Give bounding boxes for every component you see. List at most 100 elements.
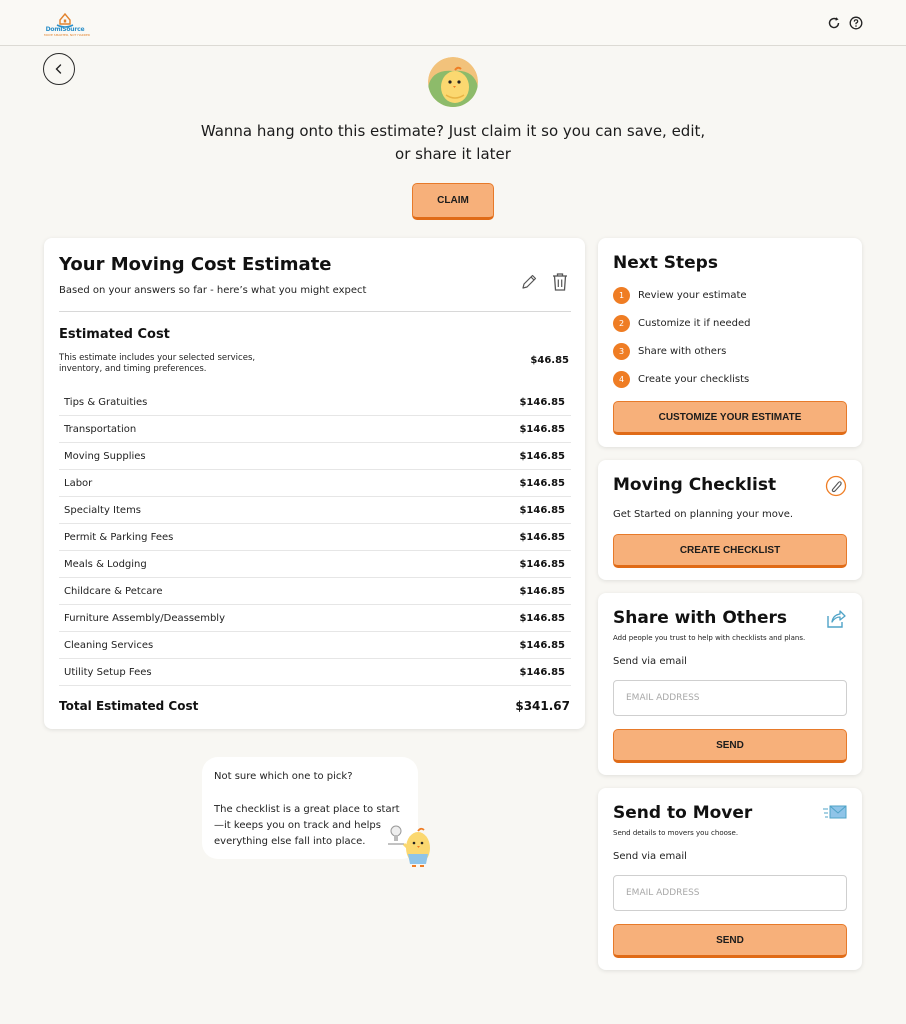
cost-breakdown-list: Tips & Gratuities $146.85 Transportation $… bbox=[59, 389, 571, 686]
help-button[interactable] bbox=[848, 15, 864, 31]
cost-row-value: $146.85 bbox=[519, 477, 565, 489]
moving-checklist-card: Moving Checklist Get Started on planning… bbox=[598, 460, 862, 580]
next-steps-card: Next Steps 1 Review your estimate 2 Cust… bbox=[598, 238, 862, 447]
cost-row-value: $146.85 bbox=[519, 423, 565, 435]
cost-row: Tips & Gratuities $146.85 bbox=[59, 389, 571, 416]
mover-email-input[interactable] bbox=[613, 875, 847, 911]
step-item: 3 Share with others bbox=[613, 343, 726, 360]
edit-button[interactable] bbox=[520, 273, 538, 291]
cost-row-value: $146.85 bbox=[519, 504, 565, 516]
step-item: 4 Create your checklists bbox=[613, 371, 749, 388]
estimated-cost-description: This estimate includes your selected ser… bbox=[59, 353, 256, 374]
step-number: 1 bbox=[613, 287, 630, 304]
trash-icon bbox=[553, 273, 567, 291]
checklist-title: Moving Checklist bbox=[613, 475, 777, 495]
share-send-button[interactable]: SEND bbox=[613, 729, 847, 763]
mover-title: Send to Mover bbox=[613, 803, 753, 823]
domisource-logo[interactable]: DomiSource MOVE SMARTER, NOT HARDER bbox=[44, 8, 91, 38]
customize-estimate-button[interactable]: CUSTOMIZE YOUR ESTIMATE bbox=[613, 401, 847, 435]
chevron-left-icon bbox=[55, 64, 62, 74]
step-item: 1 Review your estimate bbox=[613, 287, 747, 304]
divider bbox=[59, 311, 571, 312]
mascot-avatar bbox=[428, 57, 478, 107]
claim-message: Wanna hang onto this estimate? Just clai… bbox=[200, 122, 706, 163]
mover-subtitle: Send details to movers you choose. bbox=[613, 829, 739, 837]
cost-row-label: Tips & Gratuities bbox=[64, 396, 148, 408]
cost-row-label: Childcare & Petcare bbox=[64, 585, 163, 597]
share-via-label: Send via email bbox=[613, 656, 687, 667]
cost-row: Meals & Lodging $146.85 bbox=[59, 551, 571, 578]
create-checklist-button[interactable]: CREATE CHECKLIST bbox=[613, 534, 847, 568]
cost-row: Furniture Assembly/Deassembly $146.85 bbox=[59, 605, 571, 632]
cost-row-label: Moving Supplies bbox=[64, 450, 146, 462]
checklist-text: Get Started on planning your move. bbox=[613, 509, 794, 520]
step-label: Create your checklists bbox=[638, 374, 750, 385]
estimated-cost-label: Estimated Cost bbox=[59, 327, 170, 342]
step-item: 2 Customize it if needed bbox=[613, 315, 751, 332]
chick-mascot-icon bbox=[428, 57, 478, 107]
step-number: 3 bbox=[613, 343, 630, 360]
help-icon bbox=[849, 16, 863, 30]
cost-row-value: $146.85 bbox=[519, 585, 565, 597]
share-subtitle: Add people you trust to help with checkl… bbox=[613, 634, 806, 642]
cost-row: Specialty Items $146.85 bbox=[59, 497, 571, 524]
next-steps-title: Next Steps bbox=[613, 253, 718, 273]
mover-via-label: Send via email bbox=[613, 851, 687, 862]
top-bar: DomiSource MOVE SMARTER, NOT HARDER bbox=[0, 0, 906, 46]
cost-row-label: Labor bbox=[64, 477, 93, 489]
cost-row-value: $146.85 bbox=[519, 666, 565, 678]
estimated-cost-value: $46.85 bbox=[530, 355, 569, 366]
paperclip-icon bbox=[825, 475, 847, 497]
back-button[interactable] bbox=[43, 53, 75, 85]
estimate-subtitle: Based on your answers so far - here’s wh… bbox=[59, 285, 367, 296]
total-label: Total Estimated Cost bbox=[59, 699, 199, 713]
cost-row-value: $146.85 bbox=[519, 396, 565, 408]
cost-row-value: $146.85 bbox=[519, 639, 565, 651]
pencil-icon bbox=[522, 274, 537, 289]
claim-button[interactable]: CLAIM bbox=[412, 183, 494, 220]
cost-row: Childcare & Petcare $146.85 bbox=[59, 578, 571, 605]
cost-row-label: Furniture Assembly/Deassembly bbox=[64, 612, 225, 624]
brand-name: DomiSource bbox=[45, 26, 85, 33]
share-card: Share with Others Add people you trust t… bbox=[598, 593, 862, 775]
total-value: $341.67 bbox=[515, 699, 570, 713]
cost-row: Utility Setup Fees $146.85 bbox=[59, 659, 571, 686]
cost-row: Permit & Parking Fees $146.85 bbox=[59, 524, 571, 551]
step-label: Customize it if needed bbox=[638, 318, 751, 329]
cost-row-value: $146.85 bbox=[519, 531, 565, 543]
cost-row: Labor $146.85 bbox=[59, 470, 571, 497]
cost-row-label: Cleaning Services bbox=[64, 639, 154, 651]
brand-tagline: MOVE SMARTER, NOT HARDER bbox=[44, 33, 91, 37]
cost-row-label: Meals & Lodging bbox=[64, 558, 147, 570]
step-number: 4 bbox=[613, 371, 630, 388]
delete-button[interactable] bbox=[551, 272, 569, 292]
estimate-card: Your Moving Cost Estimate Based on your … bbox=[44, 238, 585, 729]
envelope-icon bbox=[823, 804, 847, 826]
cost-row: Moving Supplies $146.85 bbox=[59, 443, 571, 470]
house-logo-icon bbox=[56, 12, 74, 28]
cost-row: Cleaning Services $146.85 bbox=[59, 632, 571, 659]
cost-row-label: Utility Setup Fees bbox=[64, 666, 152, 678]
share-icon bbox=[825, 608, 847, 630]
step-label: Review your estimate bbox=[638, 290, 747, 301]
share-email-input[interactable] bbox=[613, 680, 847, 716]
chick-waiter-icon bbox=[388, 825, 430, 867]
cost-row-label: Permit & Parking Fees bbox=[64, 531, 174, 543]
cost-row-value: $146.85 bbox=[519, 558, 565, 570]
step-label: Share with others bbox=[638, 346, 727, 357]
estimate-title: Your Moving Cost Estimate bbox=[59, 254, 332, 275]
cost-row-value: $146.85 bbox=[519, 612, 565, 624]
send-to-mover-card: Send to Mover Send details to movers you… bbox=[598, 788, 862, 970]
cost-row-label: Specialty Items bbox=[64, 504, 142, 516]
tip-text: The checklist is a great place to start—… bbox=[214, 804, 400, 847]
tip-question: Not sure which one to pick? bbox=[214, 771, 353, 782]
cost-row: Transportation $146.85 bbox=[59, 416, 571, 443]
share-title: Share with Others bbox=[613, 608, 788, 628]
refresh-icon bbox=[828, 17, 840, 29]
step-number: 2 bbox=[613, 315, 630, 332]
cost-row-label: Transportation bbox=[64, 423, 137, 435]
waiter-mascot bbox=[384, 814, 440, 870]
cost-row-value: $146.85 bbox=[519, 450, 565, 462]
mover-send-button[interactable]: SEND bbox=[613, 924, 847, 958]
refresh-button[interactable] bbox=[826, 15, 842, 31]
